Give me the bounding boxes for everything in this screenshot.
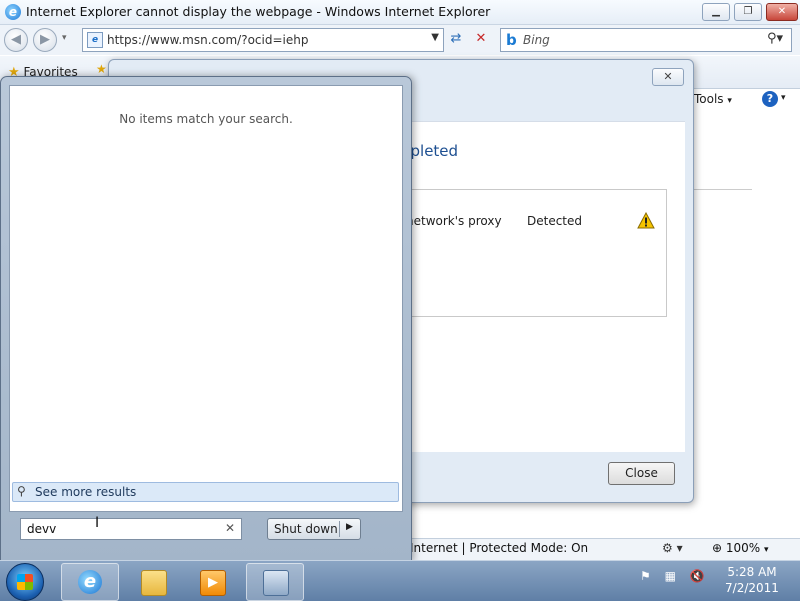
- warning-icon: [637, 212, 655, 229]
- ie-title-bar: e Internet Explorer cannot display the w…: [0, 0, 800, 25]
- tools-menu[interactable]: Tools ▾: [694, 92, 732, 106]
- refresh-icon[interactable]: ⇄: [445, 29, 467, 49]
- clock-date: 7/2/2011: [725, 581, 779, 595]
- folder-icon: [141, 570, 167, 596]
- zoom-level: 100%: [725, 541, 761, 555]
- zoom-control[interactable]: ⊕ 100% ▾: [712, 541, 769, 555]
- media-player-icon: ▶: [200, 570, 226, 596]
- content-divider: [692, 189, 752, 190]
- close-window-button[interactable]: ✕: [766, 3, 798, 21]
- ie-logo-icon: e: [5, 4, 21, 20]
- start-search-input[interactable]: devv ✕: [20, 518, 242, 540]
- result-issue-label: network's proxy: [406, 214, 502, 228]
- address-url: https://www.msn.com/?ocid=iehp: [107, 33, 309, 47]
- history-dropdown-icon[interactable]: ▾: [62, 33, 67, 43]
- results-box: [405, 189, 667, 317]
- page-icon: e: [87, 32, 103, 48]
- clock-time: 5:28 AM: [727, 565, 777, 579]
- dialog-close-icon[interactable]: ✕: [652, 68, 684, 86]
- shutdown-label: Shut down: [274, 522, 338, 536]
- result-status: Detected: [527, 214, 583, 228]
- security-zone-status: Internet | Protected Mode: On: [410, 541, 589, 555]
- address-bar[interactable]: e https://www.msn.com/?ocid=iehp ▼: [82, 28, 444, 52]
- network-diagnostics-icon: [263, 570, 289, 596]
- see-more-label: See more results: [35, 485, 137, 499]
- add-favorite-icon[interactable]: ★: [96, 62, 107, 76]
- taskbar-network-diagnostics[interactable]: [246, 563, 304, 601]
- forward-button[interactable]: ▶: [33, 28, 57, 52]
- taskbar-windows-explorer[interactable]: [124, 563, 182, 601]
- clear-search-icon[interactable]: ✕: [225, 521, 235, 535]
- windows-logo-icon: [17, 574, 33, 590]
- maximize-button[interactable]: ❐: [734, 3, 762, 21]
- text-cursor-icon: I: [95, 515, 100, 531]
- internet-explorer-icon: e: [78, 570, 102, 594]
- shutdown-options-icon[interactable]: ▶: [346, 522, 353, 532]
- tools-dropdown-icon: ▾: [727, 96, 732, 106]
- network-icon[interactable]: ▦: [665, 569, 676, 583]
- stop-icon[interactable]: ✕: [470, 29, 492, 49]
- volume-muted-icon[interactable]: 🔇: [690, 569, 705, 583]
- action-center-flag-icon[interactable]: ⚑: [640, 569, 651, 583]
- minimize-button[interactable]: ▁: [702, 3, 730, 21]
- notification-area: ⚑ ▦ 🔇: [640, 569, 705, 583]
- search-icon[interactable]: ⚲▾: [767, 31, 783, 46]
- search-results-pane: No items match your search.: [9, 85, 403, 512]
- search-box[interactable]: b Bing ⚲▾: [500, 28, 792, 52]
- see-more-results-link[interactable]: ⚲ See more results: [12, 482, 399, 502]
- help-dropdown-icon[interactable]: ▾: [781, 93, 786, 103]
- help-icon[interactable]: ?: [762, 91, 778, 107]
- taskbar-internet-explorer[interactable]: e: [61, 563, 119, 601]
- no-results-message: No items match your search.: [119, 112, 293, 126]
- navigation-bar: ◀ ▶ ▾ e https://www.msn.com/?ocid=iehp ▼…: [0, 25, 800, 55]
- search-icon: ⚲: [17, 484, 26, 498]
- bing-logo-icon: b: [506, 31, 517, 49]
- start-button[interactable]: [6, 563, 44, 601]
- window-title: Internet Explorer cannot display the web…: [26, 4, 491, 19]
- zone-settings-icon[interactable]: ⚙ ▾: [662, 541, 683, 555]
- back-button[interactable]: ◀: [4, 28, 28, 52]
- start-search-value: devv: [27, 522, 57, 536]
- zoom-dropdown-icon: ▾: [764, 545, 769, 555]
- taskbar-media-player[interactable]: ▶: [183, 563, 241, 601]
- search-placeholder: Bing: [523, 33, 550, 47]
- shutdown-button[interactable]: Shut down ▶: [267, 518, 361, 540]
- tools-label: Tools: [694, 92, 724, 106]
- zoom-icon: ⊕: [712, 541, 723, 555]
- system-clock[interactable]: 5:28 AM 7/2/2011: [712, 564, 792, 596]
- address-dropdown-icon[interactable]: ▼: [431, 32, 439, 43]
- dialog-close-button[interactable]: Close: [608, 462, 675, 485]
